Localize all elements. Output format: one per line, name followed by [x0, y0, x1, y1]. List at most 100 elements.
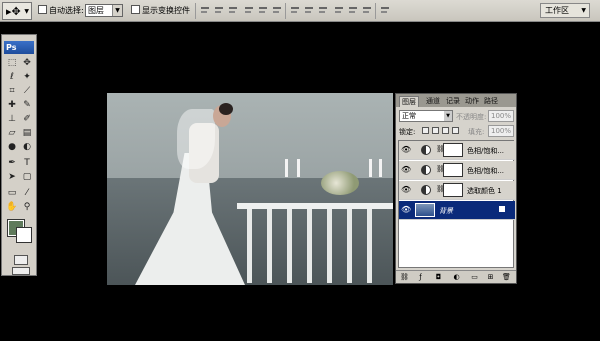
lock-pixels-icon[interactable] [432, 127, 439, 134]
railing-post [307, 207, 312, 283]
photoshop-logo[interactable]: Ps [4, 41, 34, 54]
workspace-menu[interactable]: 工作区 ▼ [540, 3, 590, 18]
blend-mode-value: 正常 [402, 112, 416, 120]
auto-select-checkbox[interactable] [38, 5, 47, 14]
layer-mask-thumbnail[interactable] [443, 163, 463, 177]
eye-icon[interactable]: 👁 [401, 205, 411, 215]
link-layers-icon[interactable]: ⛓ [400, 273, 409, 282]
distribute-hcenter-icon[interactable] [348, 5, 359, 16]
opacity-field[interactable]: 100% [488, 110, 514, 122]
layer-row[interactable]: 👁 ⛓ 选取颜色 1 [399, 181, 515, 200]
layer-mask-thumbnail[interactable] [443, 183, 463, 197]
marquee-tool-icon[interactable]: ⬚ [5, 57, 19, 70]
move-tool-icon: ▸✥ [6, 5, 21, 18]
layer-thumbnail [415, 203, 435, 217]
eye-icon[interactable]: 👁 [401, 165, 411, 175]
tab-channels[interactable]: 通道 [424, 96, 442, 107]
adjustment-layer-icon [421, 165, 431, 175]
railing-post [347, 207, 352, 283]
distribute-left-icon[interactable] [334, 5, 345, 16]
layer-row[interactable]: 👁 ⛓ 色相/饱和... [399, 141, 515, 160]
layer-row-background[interactable]: 👁 背景 [399, 201, 515, 220]
layer-row[interactable]: 👁 ⛓ 色相/饱和... [399, 161, 515, 180]
pen-tool-icon[interactable]: ✒ [5, 157, 19, 170]
notes-tool-icon[interactable]: ▭ [5, 187, 19, 200]
brush-tool-icon[interactable]: ✎ [20, 99, 34, 112]
clone-stamp-tool-icon[interactable]: ⊥ [5, 113, 19, 126]
path-selection-tool-icon[interactable]: ➤ [5, 171, 19, 184]
screen-mode-icon[interactable] [12, 267, 30, 275]
document-canvas[interactable] [107, 93, 393, 285]
tool-preset-picker[interactable]: ▸✥ ▼ [2, 2, 32, 20]
history-brush-tool-icon[interactable]: ✐ [20, 113, 34, 126]
crop-tool-icon[interactable]: ⌗ [5, 85, 19, 98]
lock-icon[interactable] [452, 127, 459, 134]
divider [375, 3, 376, 19]
tab-paths[interactable]: 路径 [482, 96, 500, 107]
type-tool-icon[interactable]: T [20, 157, 34, 170]
railing-post [367, 207, 372, 283]
distribute-top-icon[interactable] [290, 5, 301, 16]
photo-sky [107, 93, 393, 183]
distribute-bottom-icon[interactable] [318, 5, 329, 16]
layer-name: 色相/饱和... [467, 147, 505, 155]
tab-history[interactable]: 记录 [444, 96, 462, 107]
blur-tool-icon[interactable]: ● [5, 141, 19, 154]
trash-icon[interactable]: 🗑 [502, 273, 511, 282]
railing-post [327, 207, 332, 283]
railing [237, 203, 393, 209]
auto-select-dropdown[interactable]: 图层 ▼ [85, 4, 123, 17]
layer-mask-thumbnail[interactable] [443, 143, 463, 157]
background-color-swatch[interactable] [16, 227, 32, 243]
zoom-tool-icon[interactable]: ⚲ [20, 201, 34, 214]
layer-style-icon[interactable]: ƒ [416, 273, 425, 282]
eyedropper-tool-icon[interactable]: ⁄ [20, 187, 34, 200]
lasso-tool-icon[interactable]: ℓ [5, 71, 19, 84]
fill-field[interactable]: 100% [488, 125, 514, 137]
move-tool-icon[interactable]: ✥ [20, 57, 34, 70]
layers-panel: 图层 通道 记录 动作 路径 正常 ▼ 不透明度: 100% 锁定: 填充: 1… [395, 93, 517, 284]
slice-tool-icon[interactable]: ⟋ [20, 85, 34, 98]
new-adjustment-layer-icon[interactable]: ◐ [452, 273, 461, 282]
show-transform-checkbox[interactable] [131, 5, 140, 14]
distribute-right-icon[interactable] [362, 5, 373, 16]
healing-brush-tool-icon[interactable]: ✚ [5, 99, 19, 112]
add-mask-icon[interactable]: ◘ [434, 273, 443, 282]
tab-layers[interactable]: 图层 [399, 96, 419, 107]
blend-mode-dropdown[interactable]: 正常 ▼ [399, 110, 453, 122]
auto-select-value: 图层 [88, 6, 104, 15]
eraser-tool-icon[interactable]: ▱ [5, 127, 19, 140]
gradient-tool-icon[interactable]: ▤ [20, 127, 34, 140]
railing-post [287, 207, 292, 283]
align-top-icon[interactable] [200, 5, 211, 16]
align-bottom-icon[interactable] [228, 5, 239, 16]
lock-position-icon[interactable] [442, 127, 449, 134]
dodge-tool-icon[interactable]: ◐ [20, 141, 34, 154]
magic-wand-tool-icon[interactable]: ✦ [20, 71, 34, 84]
new-group-icon[interactable]: ▭ [470, 273, 479, 282]
railing-post [267, 207, 272, 283]
align-left-icon[interactable] [244, 5, 255, 16]
chevron-down-icon: ▼ [444, 111, 452, 121]
layers-panel-footer: ⛓ ƒ ◘ ◐ ▭ ⊞ 🗑 [396, 270, 516, 283]
options-bar: ▸✥ ▼ 自动选择: 图层 ▼ 显示变换控件 工作区 ▼ [0, 0, 600, 22]
align-hcenter-icon[interactable] [258, 5, 269, 16]
layer-name: 背景 [439, 207, 453, 215]
distribute-vcenter-icon[interactable] [304, 5, 315, 16]
tab-actions[interactable]: 动作 [463, 96, 481, 107]
auto-align-icon[interactable] [380, 5, 391, 16]
bride-hair [219, 103, 233, 115]
eye-icon[interactable]: 👁 [401, 185, 411, 195]
panel-tabs: 图层 通道 记录 动作 路径 [396, 94, 516, 107]
lock-transparency-icon[interactable] [422, 127, 429, 134]
candle [297, 159, 300, 177]
eye-icon[interactable]: 👁 [401, 145, 411, 155]
quick-mask-icon[interactable] [14, 255, 28, 265]
align-vcenter-icon[interactable] [214, 5, 225, 16]
align-right-icon[interactable] [272, 5, 283, 16]
new-layer-icon[interactable]: ⊞ [486, 273, 495, 282]
hand-tool-icon[interactable]: ✋ [5, 201, 19, 214]
divider [285, 3, 286, 19]
shape-tool-icon[interactable]: ▢ [20, 171, 34, 184]
candle [379, 159, 382, 177]
